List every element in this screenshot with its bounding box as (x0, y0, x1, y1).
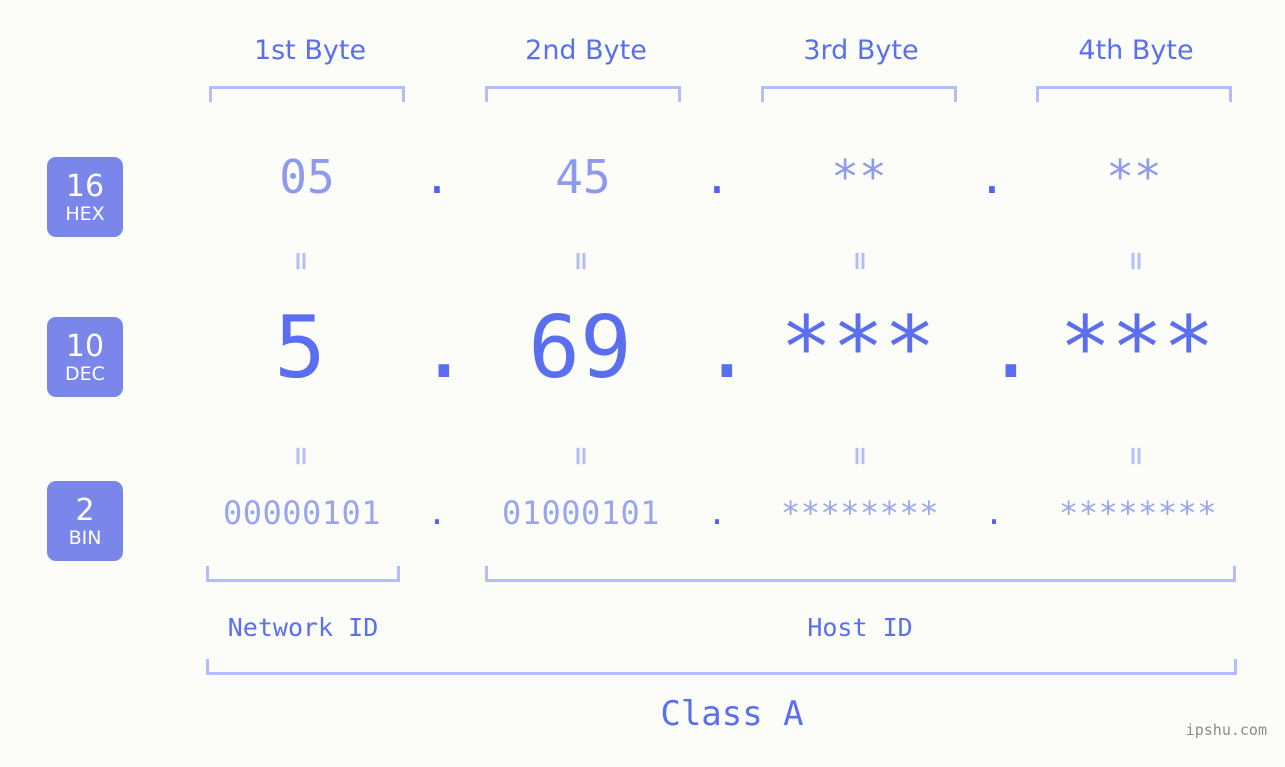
base-badge-dec-name: DEC (65, 362, 105, 385)
hex-byte-3: ** (831, 150, 887, 204)
equals-mark-dec-bin-3: = (844, 445, 875, 467)
base-badge-dec: 10 DEC (47, 317, 123, 397)
ip-address-breakdown-diagram: 1st Byte 2nd Byte 3rd Byte 4th Byte 16 H… (0, 0, 1285, 767)
byte-header-2: 2nd Byte (525, 35, 647, 66)
equals-mark-hex-dec-4: = (1120, 250, 1151, 272)
bin-byte-3: ******** (780, 494, 940, 532)
dec-byte-3: *** (780, 298, 936, 398)
byte-header-1: 1st Byte (253, 35, 367, 66)
hex-byte-1: 05 (279, 150, 335, 204)
base-badge-hex-name: HEX (65, 202, 105, 225)
bin-separator-3: . (984, 494, 1004, 532)
byte-bracket-4 (1036, 86, 1232, 102)
hex-byte-2: 45 (555, 150, 611, 204)
bin-byte-2: 01000101 (501, 494, 661, 532)
network-id-label: Network ID (227, 613, 379, 642)
equals-mark-hex-dec-2: = (565, 250, 596, 272)
dec-byte-2: 69 (528, 298, 632, 398)
site-watermark: ipshu.com (1185, 721, 1267, 739)
hex-separator-3: . (978, 150, 1006, 204)
base-badge-hex-number: 16 (65, 168, 105, 204)
network-id-bracket (206, 566, 400, 582)
host-id-bracket (485, 566, 1236, 582)
byte-bracket-1 (209, 86, 405, 102)
hex-separator-1: . (423, 150, 451, 204)
hex-separator-2: . (703, 150, 731, 204)
bin-byte-4: ******** (1058, 494, 1218, 532)
hex-byte-4: ** (1106, 150, 1162, 204)
byte-header-4: 4th Byte (1078, 35, 1194, 66)
base-badge-dec-number: 10 (65, 328, 105, 364)
dec-separator-2: . (701, 298, 753, 398)
byte-bracket-3 (761, 86, 957, 102)
class-label: Class A (660, 694, 804, 734)
equals-mark-hex-dec-3: = (844, 250, 875, 272)
byte-bracket-2 (485, 86, 681, 102)
byte-header-3: 3rd Byte (803, 35, 919, 66)
base-badge-bin: 2 BIN (47, 481, 123, 561)
dec-byte-4: *** (1059, 298, 1215, 398)
equals-mark-dec-bin-4: = (1120, 445, 1151, 467)
host-id-label: Host ID (807, 613, 913, 642)
dec-separator-1: . (418, 298, 470, 398)
bin-separator-2: . (707, 494, 727, 532)
class-bracket (206, 659, 1237, 675)
equals-mark-dec-bin-2: = (565, 445, 596, 467)
bin-byte-1: 00000101 (222, 494, 382, 532)
dec-byte-1: 5 (274, 298, 326, 398)
dec-separator-3: . (985, 298, 1037, 398)
base-badge-bin-number: 2 (75, 492, 95, 528)
base-badge-bin-name: BIN (68, 526, 102, 549)
bin-separator-1: . (427, 494, 447, 532)
base-badge-hex: 16 HEX (47, 157, 123, 237)
equals-mark-hex-dec-1: = (285, 250, 316, 272)
equals-mark-dec-bin-1: = (285, 445, 316, 467)
